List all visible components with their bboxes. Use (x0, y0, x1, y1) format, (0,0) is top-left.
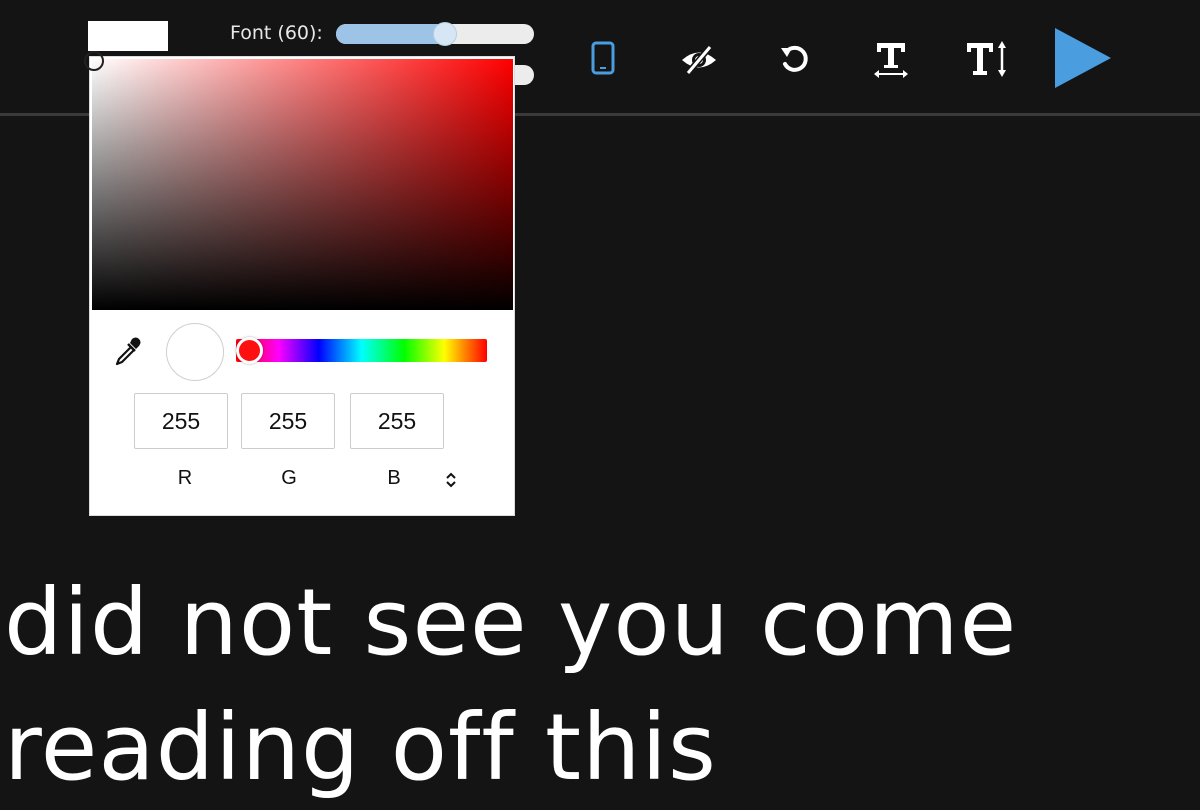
red-label: R (177, 467, 193, 489)
color-preview-swatch (166, 323, 224, 381)
prompter-line: reading off this (4, 694, 717, 801)
tablet-icon[interactable] (587, 38, 619, 78)
green-input[interactable]: 255 (241, 393, 335, 449)
prompter-line: did not see you come (4, 569, 1018, 676)
saturation-cursor[interactable] (84, 51, 104, 71)
color-mode-toggle-icon[interactable] (443, 470, 459, 490)
red-input[interactable]: 255 (134, 393, 228, 449)
color-picker-popup: 255 255 255 R G B (84, 51, 515, 516)
play-icon[interactable] (1052, 26, 1114, 90)
text-width-icon[interactable] (870, 38, 912, 80)
prompter-text: did not see you come reading off this (4, 560, 1200, 810)
eyedropper-icon[interactable] (112, 335, 144, 367)
text-color-swatch[interactable] (88, 21, 168, 51)
font-size-slider-thumb[interactable] (433, 22, 457, 46)
blue-input[interactable]: 255 (350, 393, 444, 449)
green-label: G (281, 467, 297, 489)
font-size-label: Font (60): (230, 22, 323, 44)
blue-label: B (387, 467, 401, 489)
hue-slider-thumb[interactable] (236, 337, 263, 364)
eye-slash-icon[interactable] (678, 40, 720, 80)
reset-icon[interactable] (776, 40, 814, 78)
text-height-icon[interactable] (964, 38, 1010, 80)
hue-slider[interactable] (236, 337, 487, 364)
saturation-brightness-area[interactable] (84, 51, 513, 310)
